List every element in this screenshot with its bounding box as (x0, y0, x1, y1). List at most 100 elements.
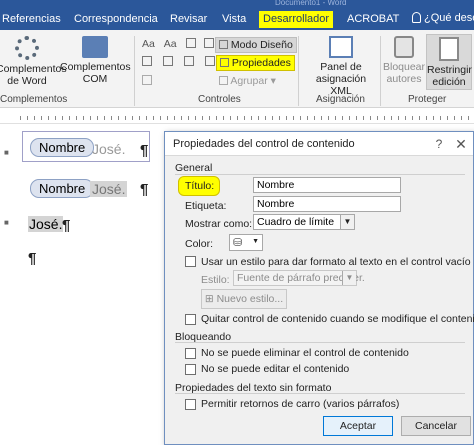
quitar-control-label: Quitar control de contenido cuando se mo… (201, 313, 474, 325)
tab-vista[interactable]: Vista (222, 12, 246, 26)
estilo-label: Estilo: (201, 274, 230, 286)
propiedades-button[interactable]: Propiedades (216, 55, 295, 71)
group-separator (298, 36, 299, 106)
titulo-input[interactable]: Nombre (253, 177, 401, 193)
plain-text-value[interactable]: José. (28, 216, 64, 232)
content-control-value[interactable]: José. (92, 141, 125, 157)
ribbon-developer: Complementos de Word Complementos COM Co… (0, 30, 474, 108)
gallery-control-icon[interactable] (204, 38, 215, 48)
group-icon (219, 76, 228, 85)
etiqueta-input[interactable]: Nombre (253, 196, 401, 212)
group-controles-label: Controles (198, 94, 241, 105)
restringir-edicion-button[interactable]: Restringir edición (426, 34, 472, 90)
cancelar-button[interactable]: Cancelar (401, 416, 471, 436)
content-control-tag[interactable]: Nombre (30, 138, 95, 157)
paragraph-marker: ■ (4, 218, 9, 227)
complementos-com-button[interactable]: Complementos COM (60, 36, 131, 85)
content-control-tag[interactable]: Nombre (30, 179, 95, 198)
permitir-retornos-checkbox[interactable] (185, 399, 196, 410)
ribbon-tab-bar: Documento1 - Word Referencias Correspond… (0, 0, 474, 30)
bloquear-autores-button[interactable]: Bloquear autores (382, 36, 426, 85)
usar-estilo-checkbox[interactable] (185, 256, 196, 267)
ruler-ticks (20, 116, 474, 120)
design-mode-icon (219, 40, 228, 49)
combobox-control-icon[interactable] (162, 56, 173, 66)
com-addins-icon (82, 36, 108, 58)
restrict-editing-icon (439, 37, 459, 61)
agrupar-button[interactable]: Agrupar ▾ (219, 75, 276, 87)
titulo-label: Título: (185, 180, 215, 192)
pilcrow: ¶ (140, 142, 149, 159)
checkbox-control-icon[interactable] (142, 56, 152, 66)
panel-xml-button[interactable]: Panel de asignación XML (304, 36, 378, 97)
tell-me-label: ¿Qué dese (424, 12, 474, 24)
section-divider (175, 393, 465, 394)
gear-icon (15, 36, 39, 60)
content-control-value[interactable]: José. (90, 181, 128, 197)
horizontal-ruler[interactable] (0, 108, 474, 124)
no-editar-checkbox[interactable] (185, 364, 196, 375)
propiedades-label: Propiedades (231, 57, 291, 69)
lock-icon (394, 36, 414, 58)
mostrar-como-select[interactable]: Cuadro de límite ▼ (253, 214, 355, 230)
chevron-down-icon: ▼ (252, 238, 259, 245)
no-eliminar-checkbox[interactable] (185, 348, 196, 359)
chevron-down-icon: ▼ (340, 215, 354, 229)
complementos-word-button[interactable]: Complementos de Word (0, 36, 67, 87)
pilcrow: ¶ (140, 181, 149, 198)
new-style-icon: ⊞ (204, 293, 214, 305)
mostrar-como-label: Mostrar como: (185, 218, 253, 230)
tab-acrobat[interactable]: ACROBAT (347, 12, 399, 26)
modo-diseno-label: Modo Diseño (230, 39, 293, 51)
bloquear-autores-label: Bloquear autores (382, 61, 426, 85)
quitar-control-checkbox[interactable] (185, 314, 196, 325)
section-divider (175, 342, 465, 343)
mostrar-como-value: Cuadro de límite (257, 216, 335, 228)
tab-revisar[interactable]: Revisar (170, 12, 207, 26)
tab-correspondencia[interactable]: Correspondencia (74, 12, 158, 26)
legacy-tools-row[interactable] (142, 75, 152, 87)
dropdown-control-icon[interactable] (183, 56, 194, 66)
etiqueta-label: Etiqueta: (185, 200, 227, 212)
picture-control-icon[interactable] (185, 38, 196, 48)
permitir-retornos-label: Permitir retornos de carro (varios párra… (201, 398, 400, 410)
controls-row-1: Aa Aa (142, 38, 215, 50)
tell-me-box[interactable]: ¿Qué dese (412, 12, 474, 24)
complementos-word-label: Complementos de Word (0, 63, 67, 87)
paragraph-marker: ■ (4, 148, 9, 157)
nuevo-estilo-button[interactable]: ⊞ Nuevo estilo... (201, 289, 287, 309)
chevron-down-icon: ▾ (270, 75, 276, 87)
complementos-com-label: Complementos COM (60, 61, 131, 85)
group-asignacion-label: Asignación (316, 94, 365, 105)
tab-desarrollador[interactable]: Desarrollador (259, 11, 334, 28)
panel-xml-label: Panel de asignación XML (315, 61, 367, 97)
estilo-select[interactable]: Fuente de párrafo predeter. ▼ (233, 270, 365, 286)
tab-referencias[interactable]: Referencias (2, 12, 61, 26)
lightbulb-icon (412, 12, 421, 23)
pilcrow: ¶ (28, 250, 37, 267)
aceptar-button[interactable]: Aceptar (323, 416, 393, 436)
group-separator (134, 36, 135, 106)
section-general: General (175, 162, 213, 174)
controls-row-2 (142, 56, 215, 68)
restringir-edicion-label: Restringir edición (427, 64, 472, 88)
color-picker-button[interactable]: ⛁ ▼ (229, 234, 263, 251)
plain-text-control-icon[interactable]: Aa (164, 38, 177, 50)
help-button[interactable]: ? (431, 136, 447, 152)
date-control-icon[interactable] (204, 56, 215, 66)
close-button[interactable]: ✕ (453, 136, 469, 152)
paint-bucket-icon: ⛁ (233, 237, 243, 249)
window-title: Documento1 - Word (275, 0, 347, 7)
legacy-tools-icon (142, 75, 152, 85)
dialog-title: Propiedades del control de contenido (165, 132, 473, 156)
text-control-icon[interactable]: Aa (142, 38, 155, 50)
no-editar-label: No se puede editar el contenido (201, 363, 350, 375)
usar-estilo-label: Usar un estilo para dar formato al texto… (201, 256, 471, 268)
modo-diseno-button[interactable]: Modo Diseño (215, 37, 297, 53)
pilcrow: ¶ (62, 217, 71, 234)
nuevo-estilo-label: Nuevo estilo... (216, 293, 284, 305)
properties-icon (220, 58, 229, 67)
color-label: Color: (185, 238, 214, 250)
group-complementos-label: Complementos (0, 94, 68, 105)
chevron-down-icon: ▼ (342, 271, 356, 285)
